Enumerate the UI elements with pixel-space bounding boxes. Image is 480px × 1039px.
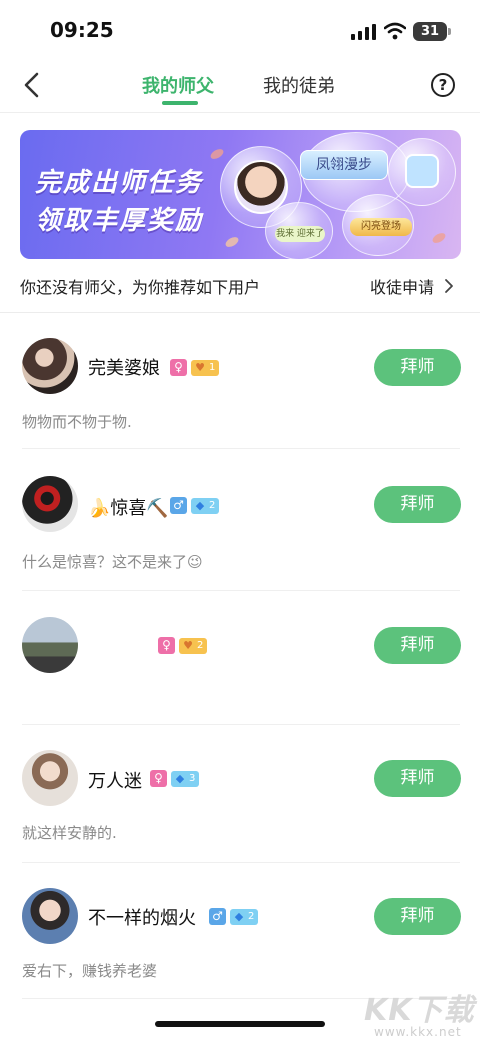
user-bio: 就这样安静的. xyxy=(22,824,117,842)
battery-icon: 31 xyxy=(413,22,447,41)
female-icon: ♀ xyxy=(158,637,175,654)
banner-tag-fengling: 凤翎漫步 xyxy=(300,150,388,180)
decor-petal xyxy=(223,235,241,249)
heart-level-icon: ♥ xyxy=(183,638,193,652)
become-apprentice-button[interactable]: 拜师 xyxy=(374,760,461,797)
apprentice-request-link[interactable]: 收徒申请 xyxy=(370,274,434,298)
decor-petal xyxy=(430,231,448,245)
become-apprentice-button[interactable]: 拜师 xyxy=(374,627,461,664)
user-bio: 爱右下，赚钱养老婆 xyxy=(22,962,158,980)
become-apprentice-button[interactable]: 拜师 xyxy=(374,898,461,935)
level-badge: ♥ 1 xyxy=(191,359,220,376)
user-badges: ♂ ◆ 2 xyxy=(170,497,220,514)
user-bio: 什么是惊喜？这不是来了😉 xyxy=(22,553,203,571)
level-badge: ◆ 2 xyxy=(191,497,220,514)
diamond-level-icon: ◆ xyxy=(175,771,185,785)
decor-petal xyxy=(208,147,226,161)
diamond-level-icon: ◆ xyxy=(195,498,205,512)
sticker-icon xyxy=(405,154,439,188)
avatar[interactable] xyxy=(22,338,78,394)
female-icon: ♀ xyxy=(150,770,167,787)
list-divider xyxy=(22,590,460,591)
avatar[interactable] xyxy=(22,888,78,944)
become-apprentice-button[interactable]: 拜师 xyxy=(374,486,461,523)
no-master-hint: 你还没有师父，为你推荐如下用户 xyxy=(20,278,261,297)
banner-tag-wo: 我来 迎来了 xyxy=(275,226,325,242)
avatar[interactable] xyxy=(22,617,78,673)
help-icon[interactable]: ? xyxy=(431,73,455,97)
list-divider xyxy=(22,724,460,725)
user-name: 完美婆娘 xyxy=(88,358,160,379)
user-badges: ♀ ♥ 1 xyxy=(170,359,220,376)
heart-level-icon: ♥ xyxy=(195,360,205,374)
back-arrow-icon[interactable] xyxy=(18,70,48,100)
list-divider xyxy=(22,862,460,863)
home-indicator[interactable] xyxy=(155,1021,325,1027)
user-name: 万人迷 xyxy=(88,771,142,792)
level-badge: ♥ 2 xyxy=(179,637,208,654)
tab-my-master[interactable]: 我的师父 xyxy=(142,72,214,98)
promo-banner[interactable]: 完成出师任务 领取丰厚奖励 凤翎漫步 我来 迎来了 闪亮登场 xyxy=(20,130,461,259)
user-name: 🍌惊喜⛏️ xyxy=(88,498,169,519)
tab-active-indicator xyxy=(162,101,198,105)
male-icon: ♂ xyxy=(170,497,187,514)
tab-my-apprentice[interactable]: 我的徒弟 xyxy=(263,72,335,98)
male-icon: ♂ xyxy=(209,908,226,925)
watermark-text: KK下载 xyxy=(364,993,475,1028)
user-badges: ♀ ♥ 2 xyxy=(158,637,208,654)
female-icon: ♀ xyxy=(170,359,187,376)
banner-title-line2: 领取丰厚奖励 xyxy=(35,206,204,236)
list-divider xyxy=(22,448,460,449)
diamond-level-icon: ◆ xyxy=(234,909,244,923)
avatar[interactable] xyxy=(22,476,78,532)
cellular-signal-icon xyxy=(351,24,376,40)
avatar[interactable] xyxy=(22,750,78,806)
status-bar: 09:25 31 xyxy=(0,0,480,60)
chevron-right-icon[interactable] xyxy=(443,278,455,294)
user-badges: ♂ ◆ 2 xyxy=(209,908,259,925)
user-badges: ♀ ◆ 3 xyxy=(150,770,200,787)
become-apprentice-button[interactable]: 拜师 xyxy=(374,349,461,386)
user-name: 不一样的烟火 xyxy=(88,908,196,929)
section-divider xyxy=(0,312,480,313)
banner-title-line1: 完成出师任务 xyxy=(35,168,204,198)
wifi-icon xyxy=(384,22,406,40)
top-nav: 我的师父 我的徒弟 ? xyxy=(0,60,480,113)
watermark-logo: KK下载 www.kkx.net xyxy=(364,985,480,1039)
status-time: 09:25 xyxy=(50,18,114,42)
banner-tag-shanliang: 闪亮登场 xyxy=(350,218,412,236)
user-bio: 物物而不物于物. xyxy=(22,413,132,431)
battery-cap xyxy=(448,28,451,35)
level-badge: ◆ 3 xyxy=(171,770,200,787)
level-badge: ◆ 2 xyxy=(230,908,259,925)
